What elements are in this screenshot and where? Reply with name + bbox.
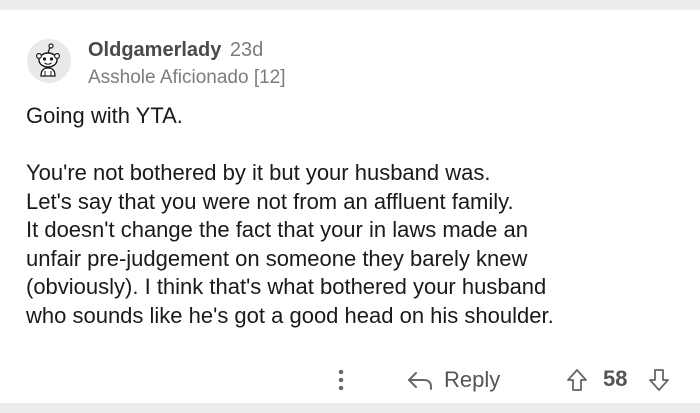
bottom-divider (0, 403, 700, 413)
top-divider (0, 0, 700, 10)
comment: Oldgamerlady 23d Asshole Aficionado [12]… (0, 10, 700, 403)
user-flair: Asshole Aficionado [12] (88, 67, 286, 88)
reply-arrow-icon (408, 372, 432, 390)
comment-actions: Reply 58 (0, 362, 700, 398)
reply-label: Reply (444, 367, 501, 392)
username[interactable]: Oldgamerlady (88, 39, 221, 61)
reply-button[interactable]: Reply (406, 362, 500, 398)
vote-score: 58 (603, 366, 628, 391)
more-vertical-icon[interactable] (334, 366, 348, 394)
comment-age: 23d (229, 39, 264, 61)
comment-header: Oldgamerlady 23d Asshole Aficionado [12] (88, 38, 286, 90)
comment-body: Going with YTA. You're not bothered by i… (26, 103, 554, 328)
downvote-arrow-icon[interactable] (648, 368, 670, 392)
avatar[interactable] (26, 38, 72, 84)
upvote-arrow-icon[interactable] (566, 368, 588, 392)
